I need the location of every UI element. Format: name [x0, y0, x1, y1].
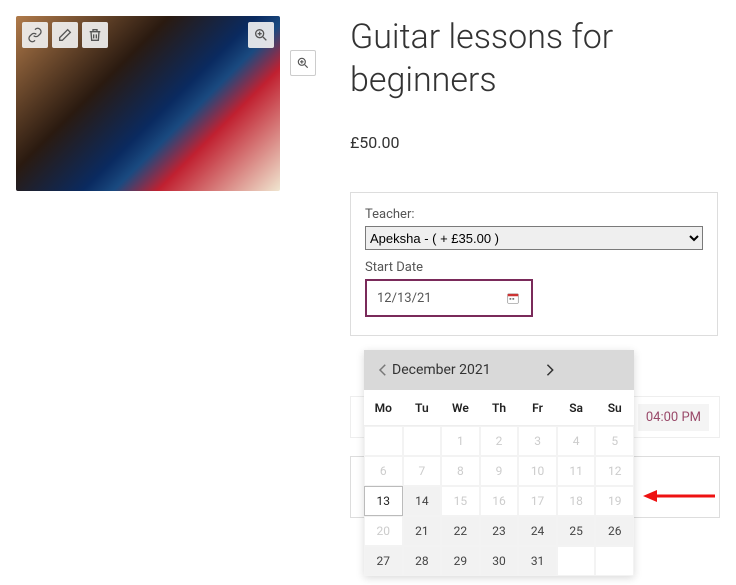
calendar-day — [595, 546, 634, 576]
annotation-arrow — [643, 486, 715, 506]
time-slot-chip[interactable]: 04:00 PM — [638, 404, 709, 431]
calendar-day: 6 — [364, 456, 403, 486]
calendar-day[interactable]: 25 — [557, 516, 596, 546]
calendar-dow: We — [441, 390, 480, 426]
calendar-day[interactable]: 14 — [403, 486, 442, 516]
calendar-day: 4 — [557, 426, 596, 456]
calendar-day — [403, 426, 442, 456]
calendar-day: 18 — [557, 486, 596, 516]
product-price: £50.00 — [350, 133, 720, 152]
start-date-input[interactable]: 12/13/21 — [365, 279, 533, 317]
calendar-day: 8 — [441, 456, 480, 486]
calendar-dow: Th — [480, 390, 519, 426]
calendar-day[interactable]: 24 — [518, 516, 557, 546]
calendar-day: 5 — [595, 426, 634, 456]
teacher-select[interactable]: Apeksha - ( + £35.00 ) — [365, 226, 703, 250]
teacher-label: Teacher: — [365, 207, 703, 222]
calendar-day: 15 — [441, 486, 480, 516]
start-date-label: Start Date — [365, 260, 703, 275]
calendar-day: 10 — [518, 456, 557, 486]
calendar-dow: Sa — [557, 390, 596, 426]
calendar-day: 17 — [518, 486, 557, 516]
calendar-day[interactable]: 23 — [480, 516, 519, 546]
calendar-day[interactable]: 21 — [403, 516, 442, 546]
image-toolbar — [22, 22, 108, 48]
calendar-dow: Su — [595, 390, 634, 426]
calendar-day: 7 — [403, 456, 442, 486]
calendar-day[interactable]: 26 — [595, 516, 634, 546]
calendar-day[interactable]: 31 — [518, 546, 557, 576]
calendar-day: 16 — [480, 486, 519, 516]
calendar-dow: Fr — [518, 390, 557, 426]
calendar-dow: Mo — [364, 390, 403, 426]
calendar-day: 9 — [480, 456, 519, 486]
product-image — [16, 16, 280, 191]
product-title: Guitar lessons for beginners — [350, 16, 720, 101]
zoom-image-icon[interactable] — [248, 22, 274, 48]
calendar-day: 12 — [595, 456, 634, 486]
date-picker-header: December 2021 — [364, 350, 634, 390]
calendar-month-title: December 2021 — [392, 362, 491, 378]
calendar-day[interactable]: 22 — [441, 516, 480, 546]
calendar-day — [557, 546, 596, 576]
prev-month-icon[interactable] — [374, 361, 392, 379]
calendar-day[interactable]: 13 — [364, 486, 403, 516]
trash-icon[interactable] — [82, 22, 108, 48]
calendar-day: 3 — [518, 426, 557, 456]
date-picker: December 2021 MoTuWeThFrSaSu 12345678910… — [364, 350, 634, 576]
booking-form: Teacher: Apeksha - ( + £35.00 ) Start Da… — [350, 192, 718, 336]
calendar-day: 11 — [557, 456, 596, 486]
calendar-day[interactable]: 28 — [403, 546, 442, 576]
link-icon[interactable] — [22, 22, 48, 48]
calendar-day: 1 — [441, 426, 480, 456]
edit-icon[interactable] — [52, 22, 78, 48]
zoom-overlay-icon[interactable] — [290, 50, 316, 76]
calendar-day[interactable]: 29 — [441, 546, 480, 576]
next-month-icon[interactable] — [491, 361, 624, 379]
calendar-day — [364, 426, 403, 456]
calendar-icon — [505, 291, 521, 305]
calendar-day[interactable]: 30 — [480, 546, 519, 576]
start-date-value: 12/13/21 — [377, 291, 432, 306]
calendar-day: 20 — [364, 516, 403, 546]
calendar-dow: Tu — [403, 390, 442, 426]
calendar-day: 2 — [480, 426, 519, 456]
calendar-day: 19 — [595, 486, 634, 516]
calendar-day[interactable]: 27 — [364, 546, 403, 576]
